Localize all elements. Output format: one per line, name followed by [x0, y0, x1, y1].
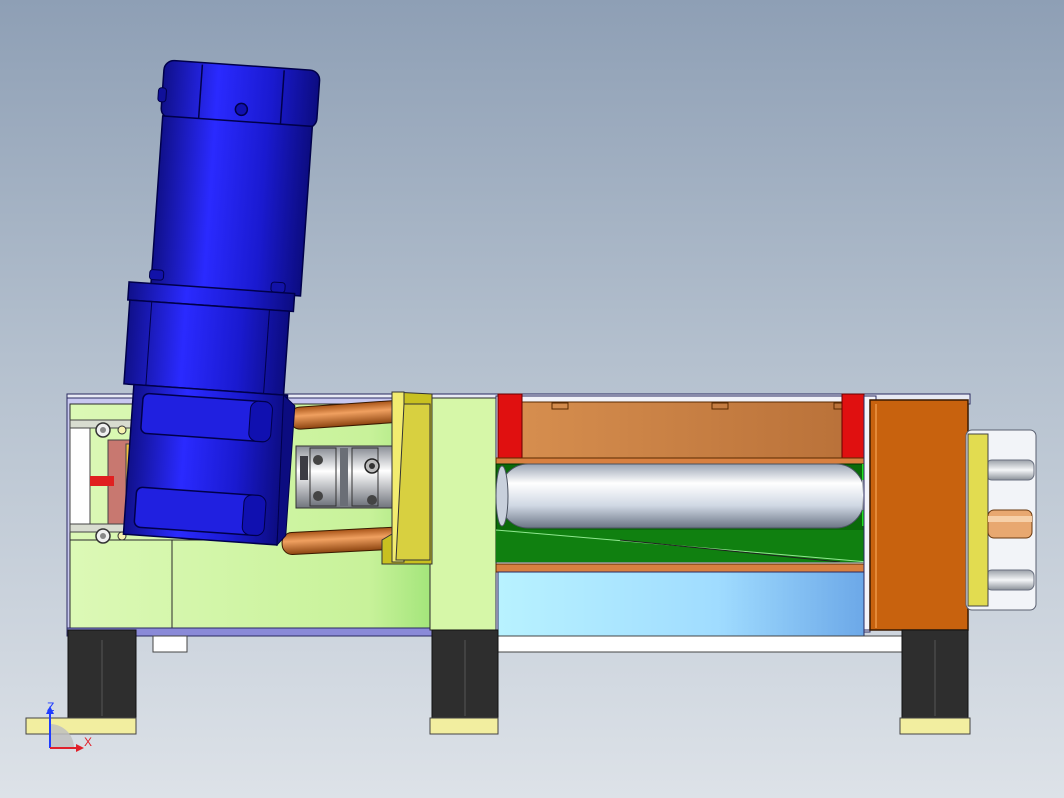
right-outer-bracket[interactable] — [965, 429, 1037, 611]
support-foot-middle[interactable] — [429, 629, 499, 735]
right-end-cap[interactable] — [863, 395, 969, 631]
cad-model-drawing[interactable]: Z X — [0, 0, 1064, 798]
z-axis-label: Z — [47, 700, 54, 714]
piston-cylinder[interactable] — [495, 463, 870, 529]
support-foot-left[interactable] — [25, 629, 137, 735]
support-foot-right[interactable] — [899, 629, 971, 735]
cad-model-viewport[interactable]: Z X — [0, 0, 1064, 798]
rail-stop-left — [497, 393, 523, 459]
x-axis-label: X — [84, 735, 92, 749]
motor-screw-icon — [234, 102, 249, 117]
rail-stop-right — [841, 393, 865, 459]
servo-motor[interactable] — [111, 59, 321, 547]
shaft-coupling[interactable] — [295, 445, 397, 509]
